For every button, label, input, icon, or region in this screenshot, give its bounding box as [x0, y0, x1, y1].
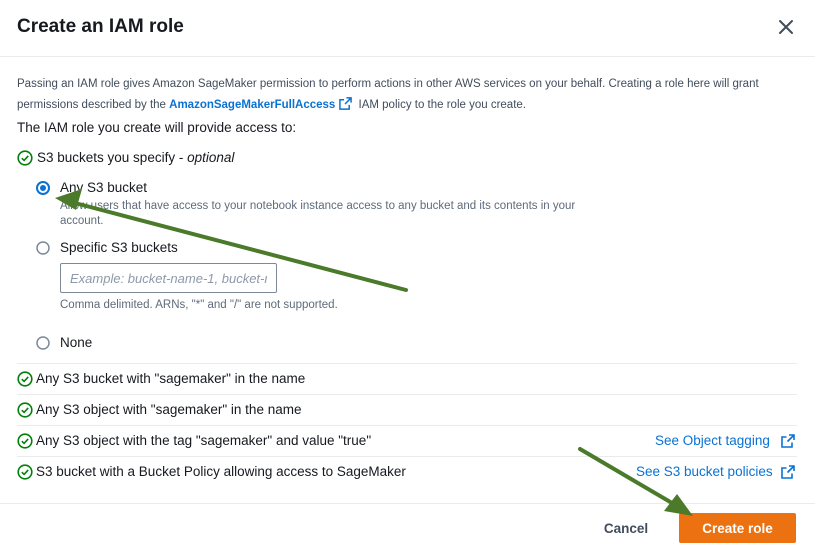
external-link-icon[interactable] — [339, 97, 353, 110]
close-icon[interactable] — [774, 15, 798, 39]
see-s3-bucket-policies-link[interactable]: See S3 bucket policies — [636, 464, 773, 479]
optional-label: optional — [187, 150, 235, 165]
dialog-title: Create an IAM role — [17, 16, 184, 37]
s3-buckets-label: S3 buckets you specify - — [37, 150, 188, 165]
radio-any-s3-bucket[interactable] — [36, 181, 50, 195]
create-iam-role-dialog: Create an IAM role Passing an IAM role g… — [0, 0, 815, 549]
policy-link[interactable]: AmazonSageMakerFullAccess — [169, 99, 335, 111]
radio-label-specific-s3-buckets[interactable]: Specific S3 buckets — [60, 240, 178, 255]
check-circle-icon — [17, 371, 33, 387]
radio-specific-s3-buckets[interactable] — [36, 241, 50, 255]
access-row-label: Any S3 object with "sagemaker" in the na… — [36, 402, 302, 417]
cancel-button[interactable]: Cancel — [596, 513, 656, 543]
external-link-icon[interactable] — [781, 434, 795, 448]
access-row-label: Any S3 bucket with "sagemaker" in the na… — [36, 371, 306, 386]
radio-label-none[interactable]: None — [60, 335, 92, 350]
radio-label-any-s3-bucket[interactable]: Any S3 bucket — [60, 180, 147, 195]
access-row-label: S3 bucket with a Bucket Policy allowing … — [36, 464, 406, 479]
check-circle-icon — [17, 433, 33, 449]
footer-divider — [0, 503, 815, 504]
check-circle-icon — [17, 402, 33, 418]
create-role-button[interactable]: Create role — [679, 513, 796, 543]
bucket-input-hint: Comma delimited. ARNs, "*" and "/" are n… — [60, 299, 338, 311]
annotation-arrow-create-role — [578, 447, 693, 516]
divider — [17, 394, 797, 395]
dialog-description: Passing an IAM role gives Amazon SageMak… — [17, 74, 787, 116]
check-circle-icon — [17, 464, 33, 480]
s3-buckets-option-label: S3 buckets you specify - optional — [37, 150, 234, 165]
bucket-names-input[interactable] — [60, 263, 277, 293]
description-text-end: IAM policy to the role you create. — [355, 99, 526, 111]
divider — [17, 363, 797, 364]
radio-description-any-s3-bucket: Allow users that have access to your not… — [60, 200, 576, 227]
dialog-header: Create an IAM role — [0, 0, 815, 57]
see-object-tagging-link[interactable]: See Object tagging — [655, 433, 770, 448]
divider — [17, 456, 797, 457]
check-circle-icon — [17, 150, 33, 166]
divider — [17, 425, 797, 426]
radio-none[interactable] — [36, 336, 50, 350]
access-row-label: Any S3 object with the tag "sagemaker" a… — [36, 433, 372, 448]
access-heading: The IAM role you create will provide acc… — [17, 120, 297, 135]
external-link-icon[interactable] — [781, 465, 795, 479]
